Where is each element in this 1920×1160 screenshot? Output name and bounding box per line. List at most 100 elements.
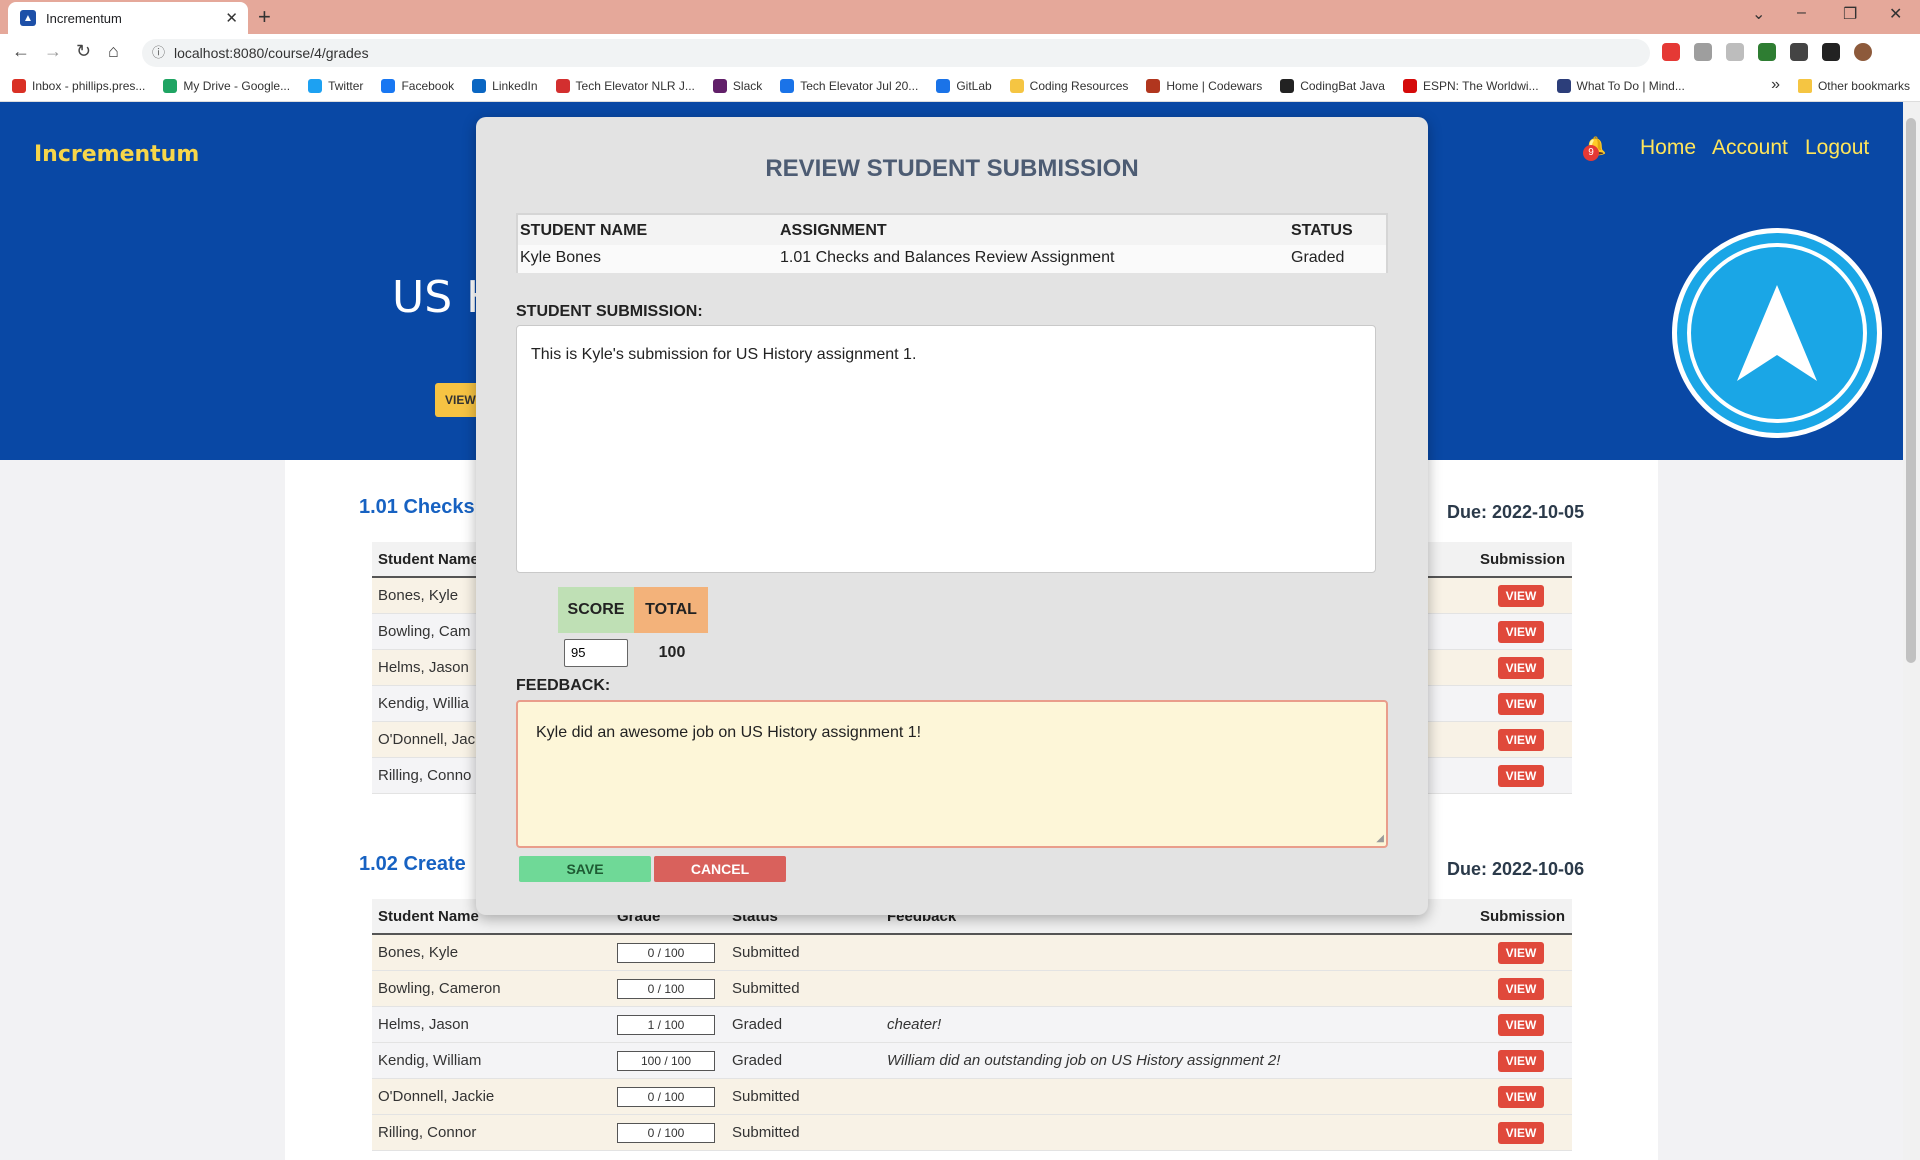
column-header: Student Name [378,551,479,568]
bookmark-item[interactable]: GitLab [936,78,992,93]
bookmark-label: Facebook [401,78,455,93]
sidepanel-icon[interactable] [1822,43,1840,61]
column-header: Student Name [378,908,479,925]
grade-box[interactable]: 0 / 100 [617,1087,715,1107]
grade-box[interactable]: 1 / 100 [617,1015,715,1035]
resize-handle-icon[interactable]: ◢ [1376,833,1384,844]
bookmark-item[interactable]: Tech Elevator NLR J... [555,78,695,93]
status-text: Submitted [732,1124,800,1141]
minimize-icon[interactable]: – [1797,4,1806,22]
bookmark-label: My Drive - Google... [183,78,291,93]
student-name: O'Donnell, Jackie [378,1088,495,1105]
address-bar[interactable]: ⓘ localhost:8080/course/4/grades [142,39,1650,67]
view-submission-button[interactable]: VIEW [1498,1014,1544,1036]
home-icon[interactable]: ⌂ [108,41,119,62]
site-info-icon[interactable]: ⓘ [152,39,165,67]
bookmark-label: Slack [732,78,763,93]
view-submission-button[interactable]: VIEW [1498,621,1544,643]
student-name: Bowling, Cameron [378,980,501,997]
view-submission-button[interactable]: VIEW [1498,693,1544,715]
assignment-header: ASSIGNMENT [780,222,887,239]
view-submission-button[interactable]: VIEW [1498,1122,1544,1144]
cancel-button[interactable]: CANCEL [654,856,786,882]
table-row: Bowling, Cameron 0 / 100 Submitted VIEW [372,971,1572,1007]
view-submission-button[interactable]: VIEW [1498,657,1544,679]
browser-tab[interactable]: ▲ Incrementum ✕ [8,2,248,34]
incrementum-logo[interactable]: Incrementum [34,142,199,167]
puzzle-icon[interactable] [1790,43,1808,61]
tab-title: Incrementum [46,10,122,26]
submission-label: STUDENT SUBMISSION: [516,303,703,320]
nav-account-link[interactable]: Account [1712,136,1788,160]
view-submission-button[interactable]: VIEW [1498,942,1544,964]
view-submission-button[interactable]: VIEW [1498,978,1544,1000]
bookmark-item[interactable]: Inbox - phillips.pres... [12,78,145,93]
vue-devtools-icon[interactable] [1758,43,1776,61]
status-header: STATUS [1291,222,1353,239]
bookmark-favicon-icon [712,78,727,93]
assignment-1-title: 1.01 Checks [359,496,475,518]
bookmark-favicon-icon [163,78,178,93]
student-name: Rilling, Connor [378,1124,477,1141]
status-text: Submitted [732,1088,800,1105]
restore-icon[interactable]: ❐ [1843,4,1857,24]
grade-box[interactable]: 0 / 100 [617,979,715,999]
tab-search-icon[interactable]: ⌄ [1752,4,1765,24]
feedback-text: William did an outstanding job on US His… [887,1052,1281,1069]
score-input[interactable]: 95 [564,639,628,667]
scrollbar-thumb[interactable] [1906,118,1916,663]
bookmark-favicon-icon [1402,78,1417,93]
bookmark-item[interactable]: Tech Elevator Jul 20... [780,78,918,93]
column-header: Submission [1480,908,1566,925]
profile-avatar[interactable] [1854,43,1872,61]
adblock-icon[interactable] [1662,43,1680,61]
review-submission-modal: REVIEW STUDENT SUBMISSION STUDENT NAME A… [476,117,1428,915]
grade-cell: 0 / 100 [617,971,715,1007]
bookmark-favicon-icon [381,78,396,93]
bookmark-item[interactable]: Home | Codewars [1146,78,1262,93]
feedback-textarea[interactable]: Kyle did an awesome job on US History as… [516,700,1388,848]
save-button[interactable]: SAVE [519,856,651,882]
grade-box[interactable]: 0 / 100 [617,943,715,963]
bookmark-item[interactable]: Coding Resources [1009,78,1128,93]
bookmark-favicon-icon [472,78,487,93]
view-submission-button[interactable]: VIEW [1498,765,1544,787]
bookmark-favicon-icon [1280,78,1295,93]
grade-box[interactable]: 100 / 100 [617,1051,715,1071]
grade-cell: 1 / 100 [617,1007,715,1043]
feedback-text: cheater! [887,1016,942,1033]
close-tab-icon[interactable]: ✕ [225,9,238,27]
bookmark-item[interactable]: LinkedIn [472,78,538,93]
new-tab-icon[interactable]: + [258,4,271,30]
bookmark-item[interactable]: My Drive - Google... [163,78,291,93]
grade-box[interactable]: 0 / 100 [617,1123,715,1143]
close-window-icon[interactable]: ✕ [1889,4,1902,24]
bookmark-favicon-icon [308,78,323,93]
bookmark-favicon-icon [1009,78,1024,93]
other-bookmarks-label: Other bookmarks [1817,79,1910,93]
feedback-text: Kyle did an awesome job on US History as… [536,724,922,741]
column-header: Submission [1480,551,1566,568]
bookmark-item[interactable]: Twitter [308,78,363,93]
back-icon[interactable]: ← [12,41,30,62]
view-submission-button[interactable]: VIEW [1498,1050,1544,1072]
reload-icon[interactable]: ↻ [76,41,91,62]
bookmark-item[interactable]: CodingBat Java [1280,78,1385,93]
nav-home-link[interactable]: Home [1640,136,1696,160]
bookmark-item[interactable]: Slack [712,78,763,93]
forward-icon[interactable]: → [44,41,62,62]
total-value: 100 [658,644,686,661]
bookmark-item[interactable]: ESPN: The Worldwi... [1402,78,1539,93]
view-submission-button[interactable]: VIEW [1498,729,1544,751]
bookmark-item[interactable]: Facebook [381,78,455,93]
view-submission-button[interactable]: VIEW [1498,585,1544,607]
bookmark-item[interactable]: What To Do | Mind... [1556,78,1685,93]
view-submission-button[interactable]: VIEW [1498,1086,1544,1108]
nav-logout-link[interactable]: Logout [1805,136,1869,160]
bookmark-label: Tech Elevator NLR J... [575,78,695,93]
extension-icon[interactable] [1694,43,1712,61]
bookmarks-overflow-icon[interactable]: » [1771,76,1780,94]
other-bookmarks-folder[interactable]: Other bookmarks [1797,79,1910,93]
extension-icon[interactable] [1726,43,1744,61]
grade-cell: 100 / 100 [617,1043,715,1079]
